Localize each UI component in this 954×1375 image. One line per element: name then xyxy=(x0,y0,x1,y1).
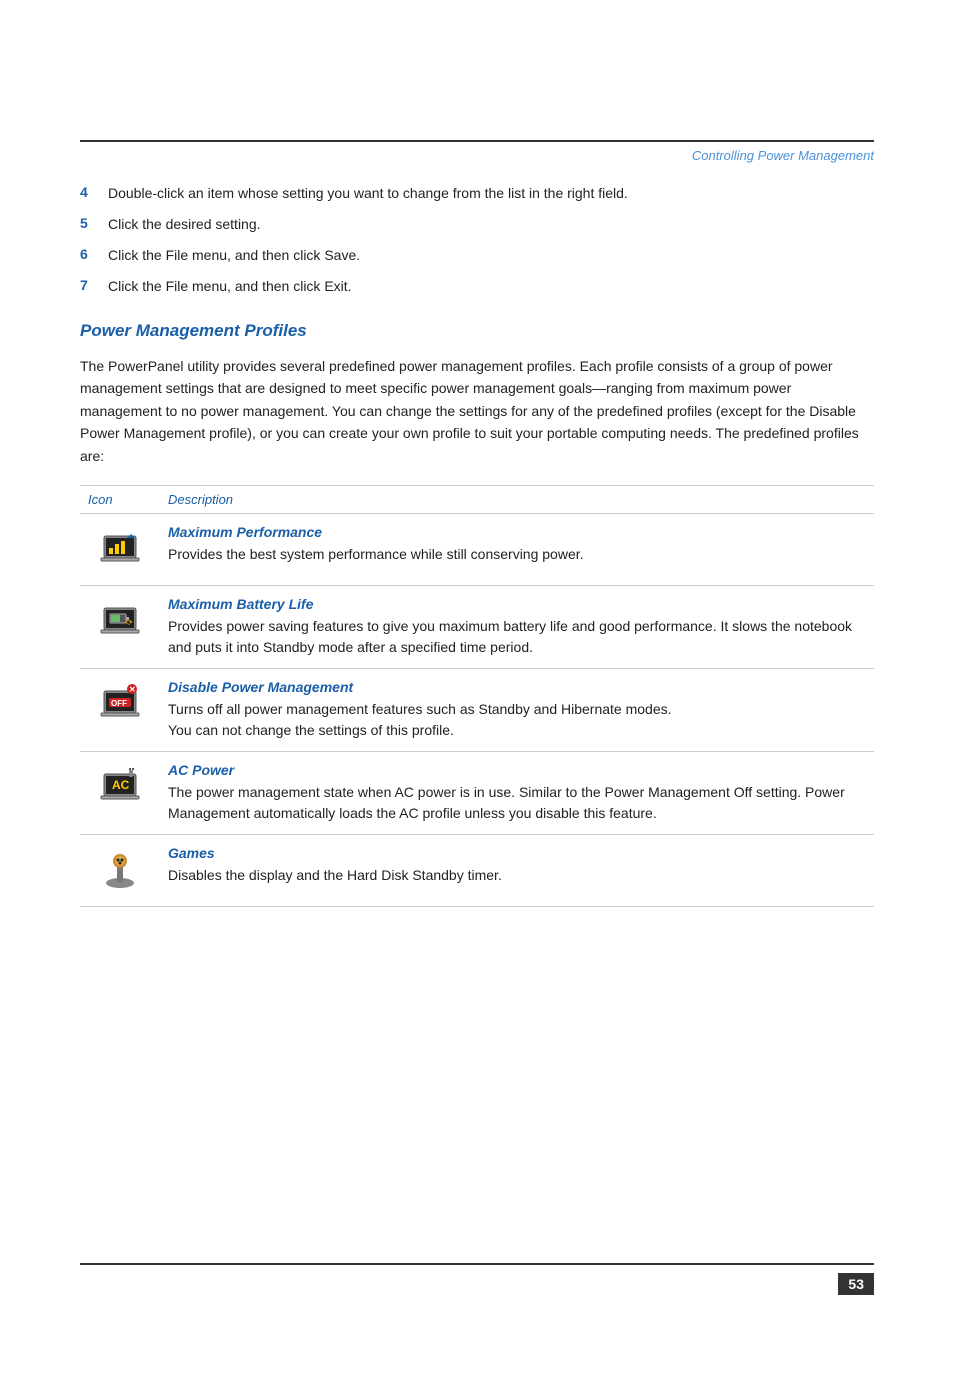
section-intro: The PowerPanel utility provides several … xyxy=(80,355,874,467)
svg-text:✕: ✕ xyxy=(129,685,136,694)
page-number: 53 xyxy=(838,1273,874,1295)
desc-cell-games: Games Disables the display and the Hard … xyxy=(160,834,874,906)
desc-cell-ac: AC Power The power management state when… xyxy=(160,751,874,834)
profile-desc-max-bat: Provides power saving features to give y… xyxy=(168,618,852,655)
profile-desc-ac: The power management state when AC power… xyxy=(168,784,845,821)
profile-name-disable: Disable Power Management xyxy=(168,679,866,695)
profile-desc-games: Disables the display and the Hard Disk S… xyxy=(168,867,502,883)
profiles-table: Icon Description xyxy=(80,485,874,907)
svg-text:AC: AC xyxy=(112,778,130,792)
step-number-5: 5 xyxy=(80,214,108,231)
table-row: OFF ✕ Disable Power Management Turns off… xyxy=(80,668,874,751)
profile-name-max-perf: Maximum Performance xyxy=(168,524,866,540)
ac-power-icon: AC xyxy=(96,762,144,810)
step-number-6: 6 xyxy=(80,245,108,262)
footer-rule xyxy=(80,1263,874,1265)
list-item: 6 Click the File menu, and then click Sa… xyxy=(80,245,874,266)
icon-cell-max-bat: ⟳ xyxy=(80,585,160,668)
col-desc-header: Description xyxy=(160,485,874,513)
step-number-4: 4 xyxy=(80,183,108,200)
list-item: 7 Click the File menu, and then click Ex… xyxy=(80,276,874,297)
page-header: Controlling Power Management xyxy=(0,142,954,183)
page-container: Controlling Power Management 4 Double-cl… xyxy=(0,140,954,1375)
desc-cell-max-bat: Maximum Battery Life Provides power savi… xyxy=(160,585,874,668)
step-number-7: 7 xyxy=(80,276,108,293)
profile-name-max-bat: Maximum Battery Life xyxy=(168,596,866,612)
desc-cell-max-perf: Maximum Performance Provides the best sy… xyxy=(160,513,874,585)
maximum-battery-life-icon: ⟳ xyxy=(96,596,144,644)
svg-text:OFF: OFF xyxy=(111,699,127,708)
table-row: Games Disables the display and the Hard … xyxy=(80,834,874,906)
step-text-6: Click the File menu, and then click Save… xyxy=(108,245,360,266)
desc-cell-disable: Disable Power Management Turns off all p… xyxy=(160,668,874,751)
disable-power-management-icon: OFF ✕ xyxy=(96,679,144,727)
list-item: 5 Click the desired setting. xyxy=(80,214,874,235)
header-title: Controlling Power Management xyxy=(692,148,874,163)
col-icon-header: Icon xyxy=(80,485,160,513)
table-row: ⟳ Maximum Battery Life Provides power sa… xyxy=(80,585,874,668)
icon-cell-max-perf xyxy=(80,513,160,585)
step-text-4: Double-click an item whose setting you w… xyxy=(108,183,628,204)
maximum-performance-icon xyxy=(96,524,144,572)
list-item: 4 Double-click an item whose setting you… xyxy=(80,183,874,204)
profile-desc-disable: Turns off all power management features … xyxy=(168,701,672,738)
step-text-7: Click the File menu, and then click Exit… xyxy=(108,276,352,297)
main-content: 4 Double-click an item whose setting you… xyxy=(0,183,954,907)
table-row: AC AC Power The power management state w… xyxy=(80,751,874,834)
page-footer: 53 xyxy=(0,1263,954,1295)
svg-text:⟳: ⟳ xyxy=(126,618,133,627)
profile-name-ac: AC Power xyxy=(168,762,866,778)
profile-name-games: Games xyxy=(168,845,866,861)
games-icon xyxy=(96,845,144,893)
table-header-row: Icon Description xyxy=(80,485,874,513)
profile-desc-max-perf: Provides the best system performance whi… xyxy=(168,546,584,562)
steps-list: 4 Double-click an item whose setting you… xyxy=(80,183,874,297)
step-text-5: Click the desired setting. xyxy=(108,214,261,235)
icon-cell-games xyxy=(80,834,160,906)
section-heading: Power Management Profiles xyxy=(80,321,874,341)
table-row: Maximum Performance Provides the best sy… xyxy=(80,513,874,585)
icon-cell-disable: OFF ✕ xyxy=(80,668,160,751)
icon-cell-ac: AC xyxy=(80,751,160,834)
